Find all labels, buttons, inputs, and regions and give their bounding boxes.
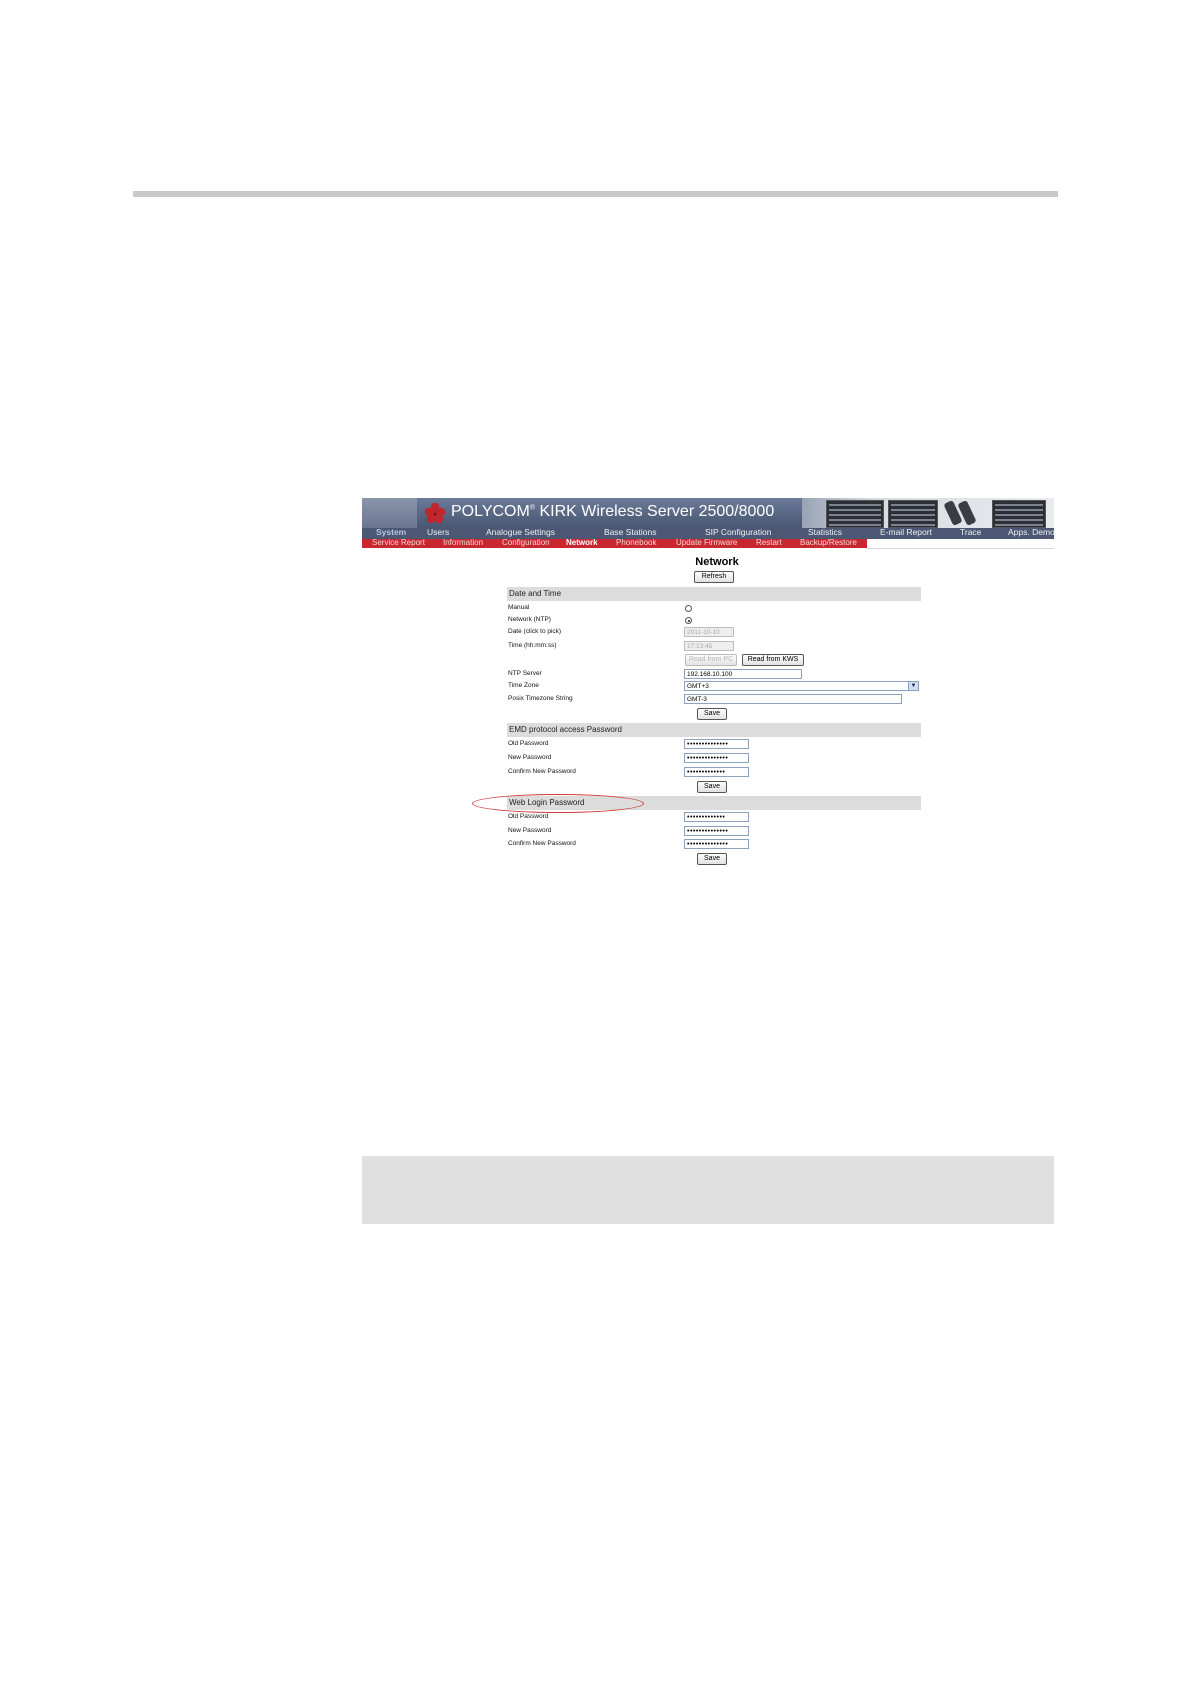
timezone-select[interactable]: GMT+3 ▼ <box>684 681 919 691</box>
web-old-password-input[interactable]: ••••••••••••• <box>684 812 749 822</box>
emd-new-password-label: New Password <box>508 754 552 761</box>
nav-base-stations[interactable]: Base Stations <box>604 527 656 537</box>
subnav-network[interactable]: Network <box>566 538 598 547</box>
hardware-image <box>802 498 1054 528</box>
save-emd-password-button[interactable]: Save <box>697 781 727 793</box>
posix-timezone-input[interactable]: GMT-3 <box>684 694 902 704</box>
nav-statistics[interactable]: Statistics <box>808 527 842 537</box>
secondary-nav: Service Report Information Configuration… <box>362 538 867 548</box>
subnav-backup-restore[interactable]: Backup/Restore <box>800 538 857 547</box>
save-date-time-button[interactable]: Save <box>697 708 727 720</box>
subnav-phonebook[interactable]: Phonebook <box>616 538 656 547</box>
ntp-radio[interactable] <box>685 617 692 624</box>
page-title: Network <box>695 556 739 568</box>
subnav-configuration[interactable]: Configuration <box>502 538 550 547</box>
emd-confirm-password-label: Confirm New Password <box>508 768 576 775</box>
emd-old-password-input[interactable]: •••••••••••••• <box>684 739 749 749</box>
read-from-kws-button[interactable]: Read from KWS <box>742 654 804 666</box>
subnav-service-report[interactable]: Service Report <box>372 538 425 547</box>
posix-label: Posix Timezone String <box>508 695 573 702</box>
section-emd-password-title: EMD protocol access Password <box>509 725 622 734</box>
section-date-time: Date and Time <box>507 587 921 601</box>
date-field[interactable]: 2011-10-10 <box>684 627 734 637</box>
banner-left-panel <box>362 498 417 528</box>
web-confirm-password-label: Confirm New Password <box>508 840 576 847</box>
time-label: Time (hh:mm:ss) <box>508 642 557 649</box>
web-old-password-label: Old Password <box>508 813 549 820</box>
emd-new-password-input[interactable]: •••••••••••••• <box>684 753 749 763</box>
note-box <box>362 1156 1054 1224</box>
web-new-password-label: New Password <box>508 827 552 834</box>
save-web-password-button[interactable]: Save <box>697 853 727 865</box>
header-banner: POLYCOM® KIRK Wireless Server 2500/8000 <box>362 498 1054 528</box>
date-label: Date (click to pick) <box>508 628 562 635</box>
chevron-down-icon[interactable]: ▼ <box>908 682 918 690</box>
subnav-update-firmware[interactable]: Update Firmware <box>676 538 737 547</box>
web-confirm-password-input[interactable]: •••••••••••••• <box>684 839 749 849</box>
read-from-pc-button[interactable]: Read from PC <box>685 654 737 666</box>
nav-system[interactable]: System <box>376 527 406 537</box>
nav-sip-configuration[interactable]: SIP Configuration <box>705 527 771 537</box>
refresh-button[interactable]: Refresh <box>694 571 734 583</box>
product-title: POLYCOM® KIRK Wireless Server 2500/8000 <box>451 503 775 520</box>
section-emd-password: EMD protocol access Password <box>507 723 921 737</box>
section-date-time-title: Date and Time <box>509 589 562 598</box>
manual-radio[interactable] <box>685 605 692 612</box>
time-field[interactable]: 17:13:45 <box>684 641 734 651</box>
nav-users[interactable]: Users <box>427 527 449 537</box>
timezone-value: GMT+3 <box>687 683 709 690</box>
nav-analogue-settings[interactable]: Analogue Settings <box>486 527 555 537</box>
subnav-restart[interactable]: Restart <box>756 538 782 547</box>
web-new-password-input[interactable]: •••••••••••••• <box>684 826 749 836</box>
emd-confirm-password-input[interactable]: ••••••••••••• <box>684 767 749 777</box>
secondary-nav-filler <box>867 539 1054 549</box>
polycom-logo-icon <box>424 502 446 524</box>
ntp-server-label: NTP Server <box>508 670 542 677</box>
nav-trace[interactable]: Trace <box>960 527 981 537</box>
manual-label: Manual <box>508 604 530 611</box>
nav-email-report[interactable]: E-mail Report <box>880 527 932 537</box>
page-top-rule <box>133 191 1058 197</box>
timezone-label: Time Zone <box>508 682 539 689</box>
nav-apps-demo[interactable]: Apps. Demo <box>1008 527 1054 537</box>
ntp-label: Network (NTP) <box>508 616 551 623</box>
annotation-highlight-ellipse <box>472 794 644 813</box>
subnav-information[interactable]: Information <box>443 538 483 547</box>
web-ui-screenshot: POLYCOM® KIRK Wireless Server 2500/8000 … <box>362 498 1054 872</box>
ntp-server-input[interactable]: 192.168.10.100 <box>684 669 802 679</box>
emd-old-password-label: Old Password <box>508 740 549 747</box>
